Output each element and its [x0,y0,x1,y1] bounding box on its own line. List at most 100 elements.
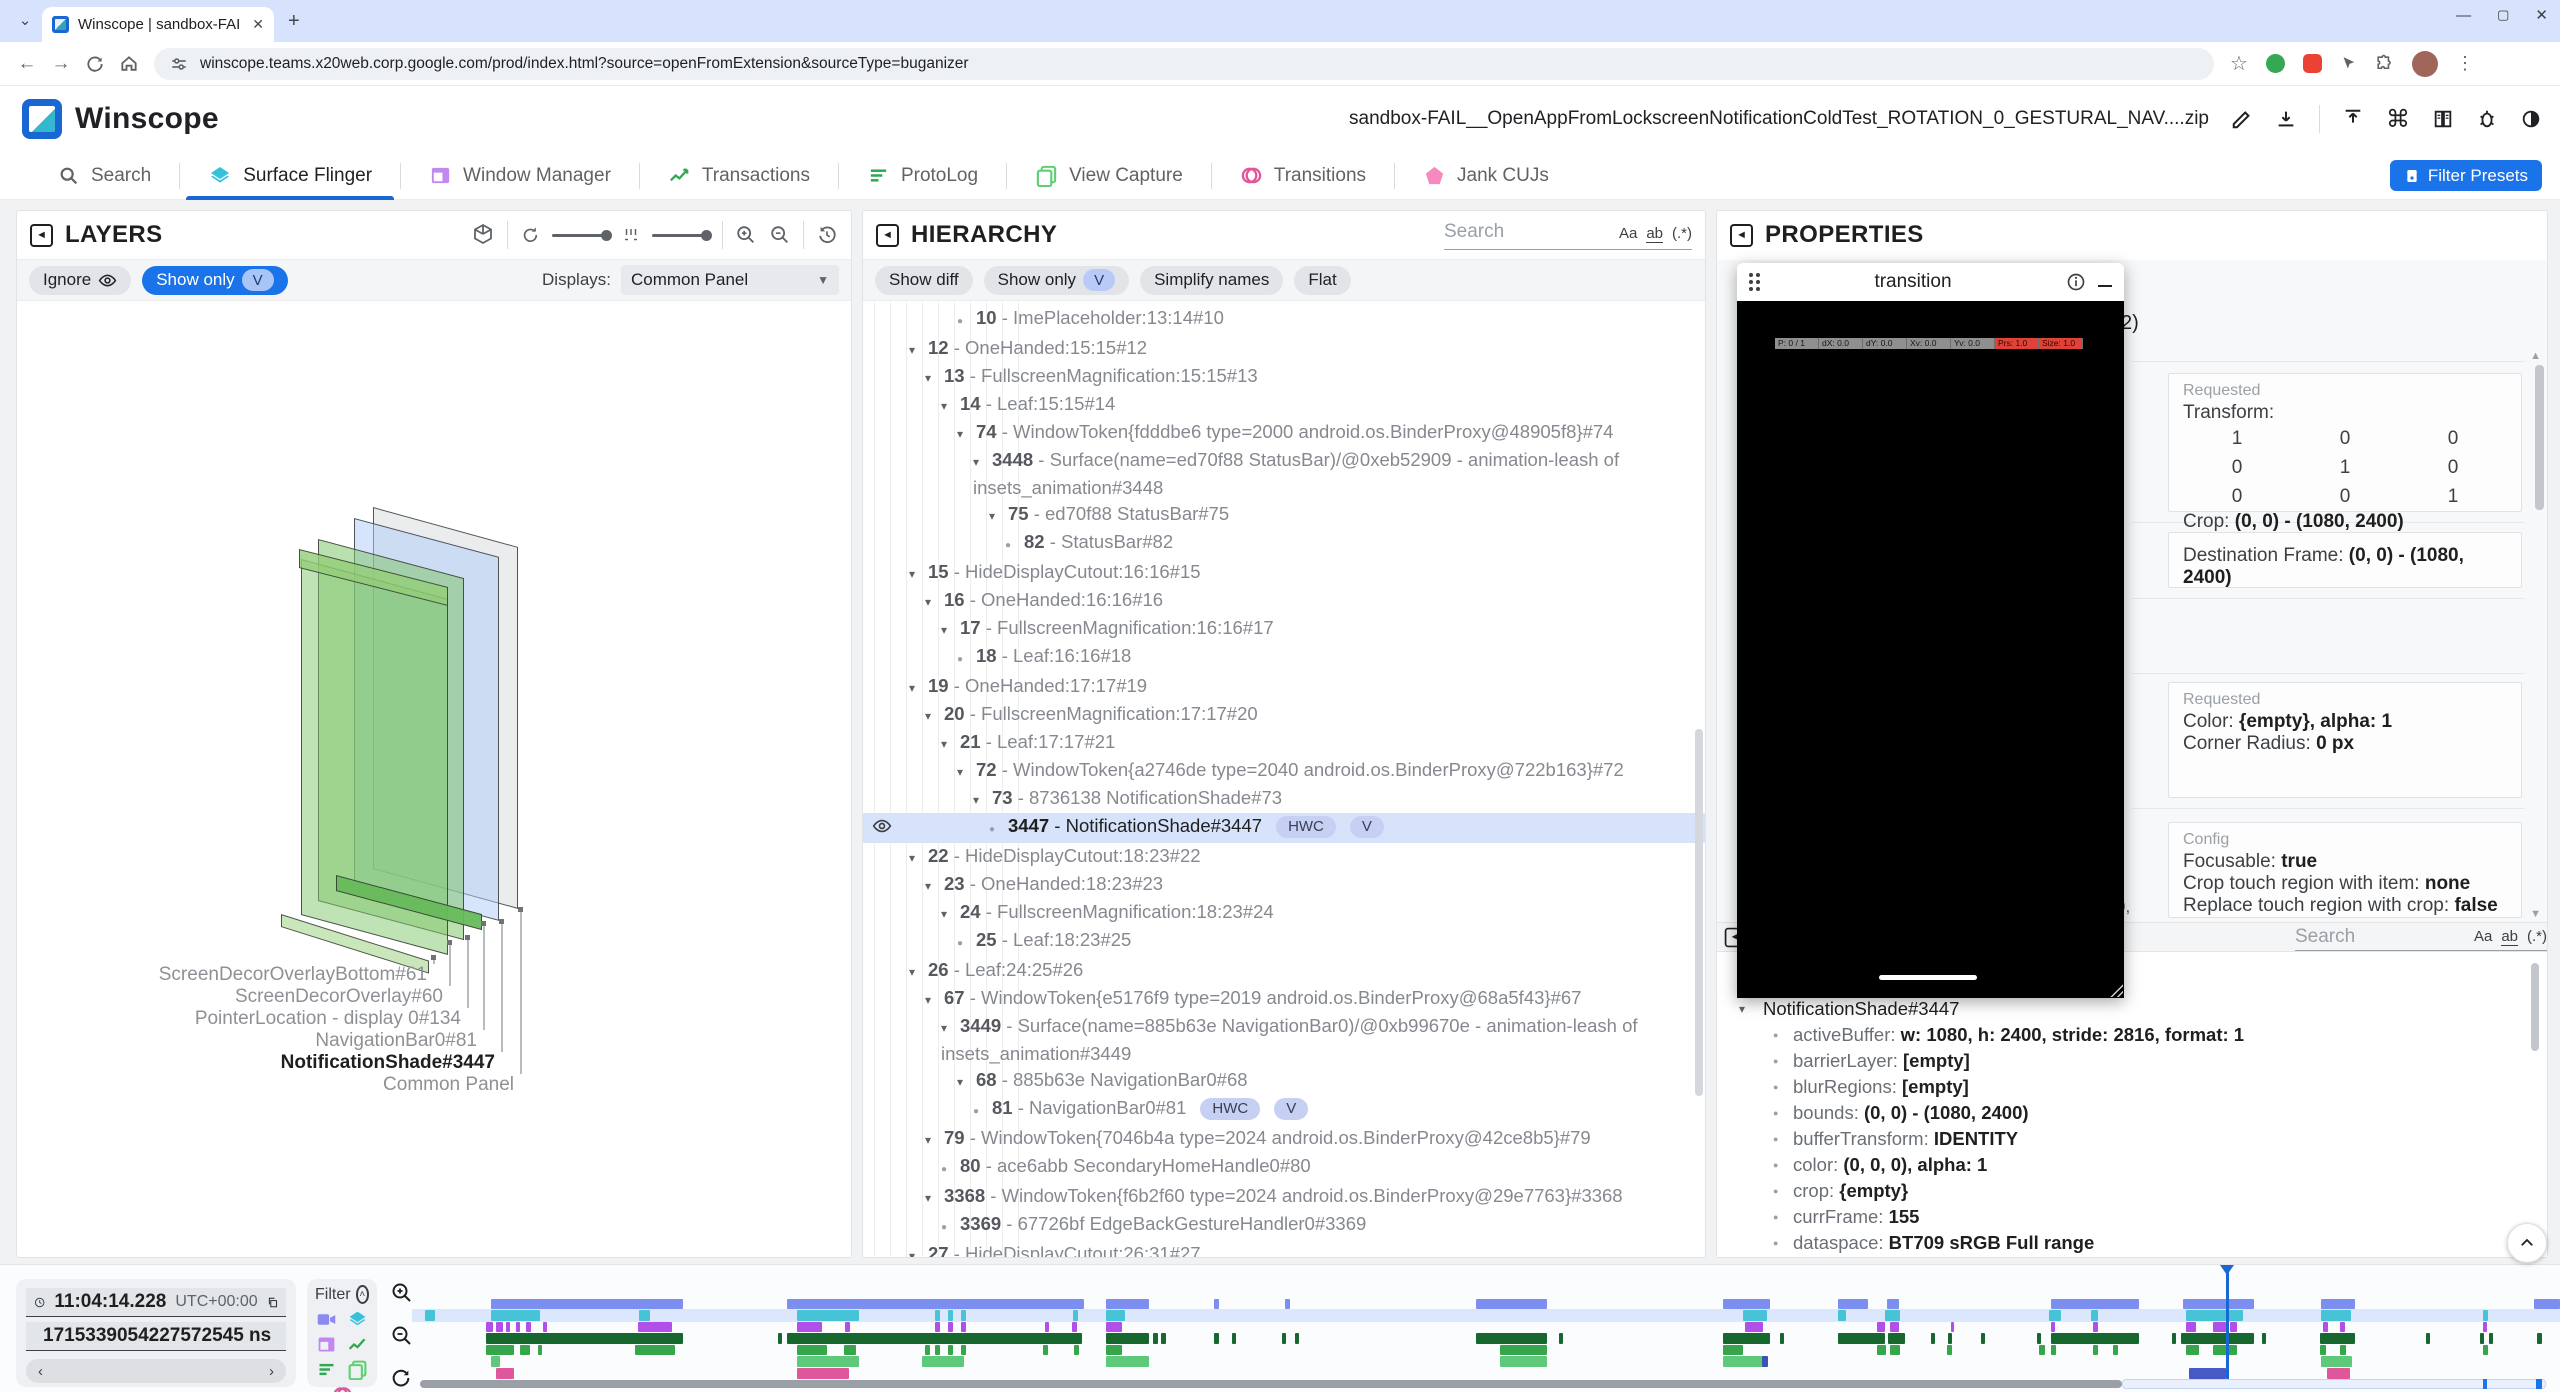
transitions-trace-icon[interactable] [332,1384,353,1392]
match-word-icon[interactable]: ab [1646,225,1663,243]
hierarchy-row[interactable]: ▾79 - WindowToken{7046b4a type=2024 andr… [863,1125,1705,1153]
view-capture-trace-icon[interactable] [347,1359,368,1380]
download-icon[interactable] [2275,108,2297,130]
ignore-chip[interactable]: Ignore [29,266,131,295]
edit-pencil-icon[interactable] [2231,108,2253,130]
tab-transactions[interactable]: Transactions [640,152,838,200]
hierarchy-row[interactable]: ▾27 - HideDisplayCutout:26:31#27 [863,1241,1705,1257]
timeline-cursor[interactable] [2226,1267,2229,1379]
shortcuts-command-icon[interactable]: ⌘ [2386,105,2410,134]
url-bar[interactable]: winscope.teams.x20web.corp.google.com/pr… [154,48,2214,80]
zoom-out-icon[interactable] [769,224,791,246]
reset-view-history-icon[interactable] [816,224,838,246]
hierarchy-row[interactable]: ▾24 - FullscreenMagnification:18:23#24 [863,899,1705,927]
profile-avatar[interactable] [2412,51,2438,77]
show-only-v-chip[interactable]: Show only V [984,266,1129,295]
tab-window-manager[interactable]: Window Manager [401,152,639,200]
hierarchy-row[interactable]: ▾22 - HideDisplayCutout:18:23#22 [863,843,1705,871]
hierarchy-row[interactable]: ▾13 - FullscreenMagnification:15:15#13 [863,363,1705,391]
back-icon[interactable]: ← [10,53,44,75]
hierarchy-row[interactable]: ●3369 - 67726bf EdgeBackGestureHandler0#… [863,1211,1705,1241]
home-icon[interactable] [112,54,146,74]
hierarchy-row[interactable]: ▾19 - OneHanded:17:17#19 [863,673,1705,701]
match-word-icon[interactable]: ab [2501,928,2518,946]
hierarchy-row[interactable]: ●82 - StatusBar#82 [863,529,1705,559]
hierarchy-row[interactable]: ▾20 - FullscreenMagnification:17:17#20 [863,701,1705,729]
upload-icon[interactable] [2342,108,2364,130]
hierarchy-row[interactable]: ▾14 - Leaf:15:15#14 [863,391,1705,419]
overlay-header[interactable]: transition [1737,263,2124,301]
property-row[interactable]: blurRegions: [empty] [1717,1074,2547,1100]
dark-mode-contrast-icon[interactable] [2520,108,2542,130]
match-case-icon[interactable]: Aa [1619,225,1637,242]
property-row[interactable]: activeBuffer: w: 1080, h: 2400, stride: … [1717,1022,2547,1048]
layer-label[interactable]: NavigationBar0#81 [17,1030,477,1052]
hierarchy-row[interactable]: ▾15 - HideDisplayCutout:16:16#15 [863,559,1705,587]
layers-3d-canvas[interactable]: ScreenDecorOverlayBottom#61ScreenDecorOv… [17,302,851,1257]
extensions-puzzle-icon[interactable] [2375,54,2394,73]
browser-menu-kebab-icon[interactable]: ⋮ [2456,53,2474,74]
tab-list-chevron-icon[interactable]: ⌄ [14,10,36,32]
ns-timestamp-field[interactable]: 1715339054227572545 ns [26,1322,286,1351]
match-case-icon[interactable]: Aa [2474,928,2492,945]
tab-view-capture[interactable]: View Capture [1007,152,1211,200]
tab-surface-flinger[interactable]: Surface Flinger [180,152,400,200]
tab-search[interactable]: Search [30,152,179,200]
hierarchy-row[interactable]: ●10 - ImePlaceholder:13:14#10 [863,305,1705,335]
new-tab-button[interactable]: + [288,10,300,33]
hierarchy-row[interactable]: ▾3368 - WindowToken{f6b2f60 type=2024 an… [863,1183,1705,1211]
hierarchy-search-input[interactable]: Search Aa ab (.*) [1444,221,1692,250]
hierarchy-row[interactable]: ▾74 - WindowToken{fdddbe6 type=2000 andr… [863,419,1705,447]
collapse-filter-icon[interactable]: ˄ [356,1285,369,1304]
hierarchy-row[interactable]: ▾72 - WindowToken{a2746de type=2040 andr… [863,757,1705,785]
site-settings-tune-icon[interactable] [170,55,188,73]
show-only-v-chip[interactable]: Show only V [142,266,287,295]
scroll-to-top-fab[interactable] [2507,1223,2547,1263]
properties-scrollbar[interactable] [2535,365,2544,510]
report-bug-icon[interactable] [2476,108,2498,130]
surface-flinger-trace-icon[interactable] [347,1309,368,1330]
screen-recording-trace-icon[interactable] [316,1309,337,1330]
close-tab-icon[interactable]: ✕ [252,16,264,33]
visibility-eye-icon[interactable] [872,816,892,843]
filter-presets-button[interactable]: Filter Presets [2390,160,2542,191]
properties-tree-root[interactable]: NotificationShade#3447 [1717,996,2547,1022]
property-row[interactable]: color: (0, 0, 0), alpha: 1 [1717,1152,2547,1178]
info-icon[interactable] [2066,272,2086,292]
layer-label[interactable]: PointerLocation - display 0#134 [17,1008,461,1030]
hierarchy-row[interactable]: ▾23 - OneHanded:18:23#23 [863,871,1705,899]
browser-tab[interactable]: Winscope | sandbox-FAI ✕ [42,7,274,42]
hierarchy-row[interactable]: ●25 - Leaf:18:23#25 [863,927,1705,957]
collapse-panel-icon[interactable]: ◄ [876,224,899,247]
collapse-panel-icon[interactable]: ◄ [1730,224,1753,247]
simplify-names-chip[interactable]: Simplify names [1140,266,1283,295]
properties-search-input[interactable]: Search Aa ab (.*) [2295,923,2547,951]
bookmark-star-icon[interactable]: ☆ [2230,51,2248,76]
extension-cursor-icon[interactable] [2340,55,2357,72]
layer-label[interactable]: ScreenDecorOverlay#60 [17,986,443,1008]
extension-icon-red[interactable] [2303,54,2322,73]
hierarchy-row[interactable]: ▾3449 - Surface(name=885b63e NavigationB… [863,1013,1705,1067]
hierarchy-row[interactable]: ▾16 - OneHanded:16:16#16 [863,587,1705,615]
timeline-zoom-in-icon[interactable] [390,1281,414,1305]
rotate-icon[interactable] [520,225,540,245]
protolog-trace-icon[interactable] [316,1359,337,1380]
timeline-pan-scrollbar[interactable]: ‹ › [26,1359,286,1383]
spacing-slider[interactable] [652,234,710,237]
hierarchy-row[interactable]: ▾17 - FullscreenMagnification:16:16#17 [863,615,1705,643]
timeline-canvas[interactable] [420,1265,2560,1392]
hierarchy-row[interactable]: ●3447 - NotificationShade#3447HWCV [863,813,1705,843]
hierarchy-row[interactable]: ●18 - Leaf:16:16#18 [863,643,1705,673]
scroll-up-icon[interactable]: ▲ [2530,350,2541,362]
human-time-field[interactable]: 11:04:14.228 UTC+00:00 [26,1288,286,1317]
hierarchy-row[interactable]: ▾21 - Leaf:17:17#21 [863,729,1705,757]
display-select[interactable]: Common Panel ▼ [621,265,839,295]
property-row[interactable]: dataspace: BT709 sRGB Full range [1717,1230,2547,1256]
drag-handle-icon[interactable] [1749,273,1760,291]
spacing-icon[interactable] [622,226,640,244]
minimize-overlay-icon[interactable] [2098,277,2112,287]
property-row[interactable]: crop: {empty} [1717,1178,2547,1204]
collapse-panel-icon[interactable]: ◄ [30,224,53,247]
flat-chip[interactable]: Flat [1294,266,1350,295]
property-row[interactable]: currFrame: 155 [1717,1204,2547,1230]
